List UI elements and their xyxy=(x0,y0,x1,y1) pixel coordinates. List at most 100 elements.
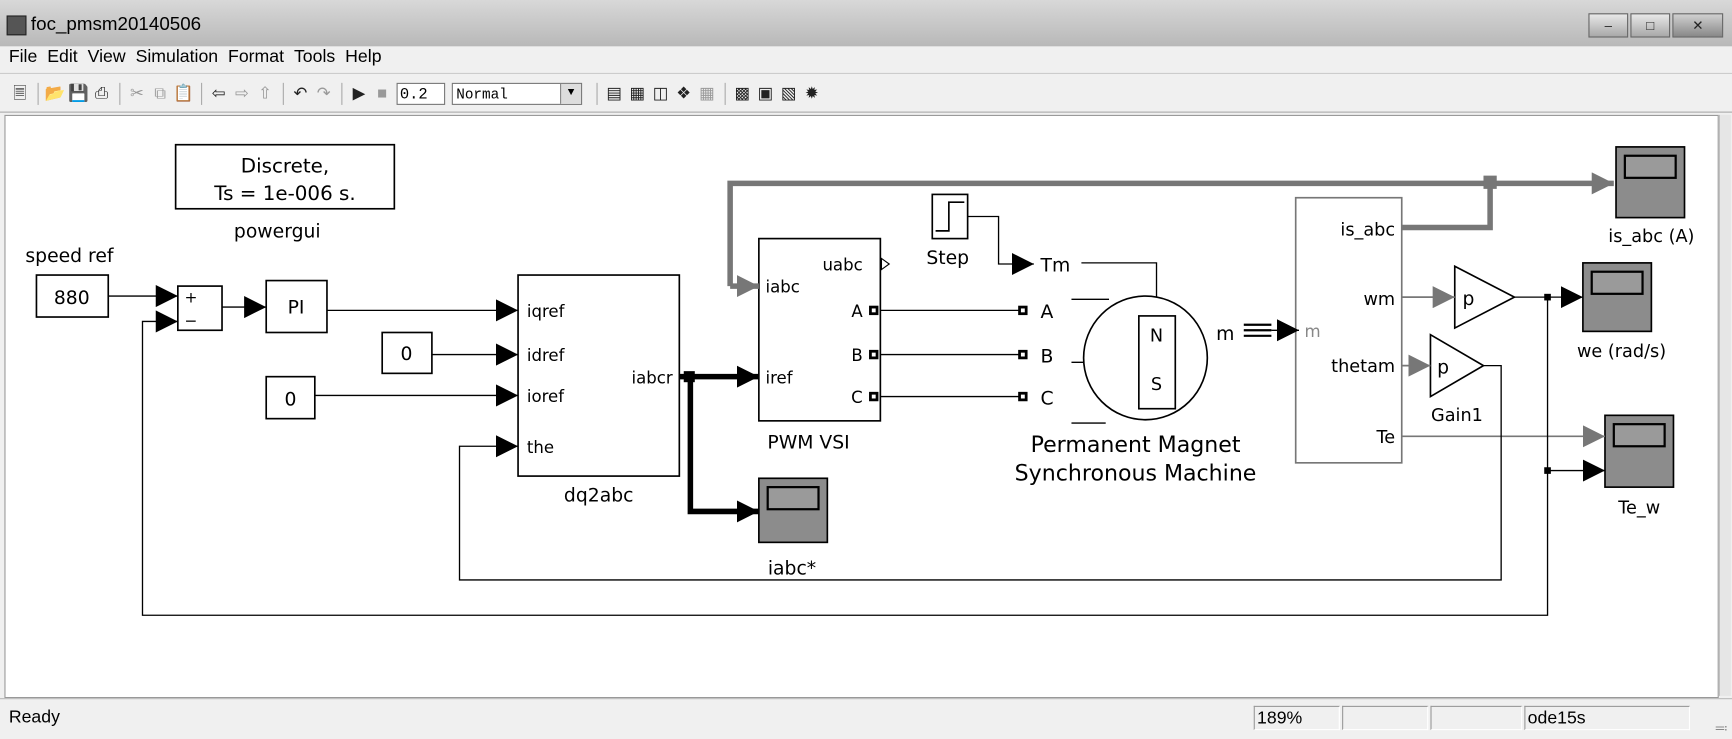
we-scope-block[interactable] xyxy=(1582,262,1653,333)
simulation-mode-select[interactable]: Normal ▼ xyxy=(451,82,583,105)
pi-controller-block[interactable]: PI xyxy=(265,279,328,334)
stop-time-input[interactable]: 0.2 xyxy=(396,82,446,105)
save-icon[interactable]: 💾 xyxy=(67,81,89,105)
vertical-scrollbar[interactable] xyxy=(1718,114,1731,696)
port-a-out: A xyxy=(851,302,863,321)
redo-icon[interactable]: ↷ xyxy=(313,81,335,105)
port-a-in: A xyxy=(1041,302,1054,323)
menu-simulation[interactable]: Simulation xyxy=(127,46,219,73)
minimize-button[interactable]: – xyxy=(1588,13,1629,38)
port-uabc: uabc xyxy=(822,256,862,275)
copy-icon[interactable]: ⧉ xyxy=(149,81,171,105)
signal-iabcr-scope[interactable] xyxy=(687,376,759,523)
model-explorer-icon[interactable]: ▣ xyxy=(754,81,776,105)
zoom-level: 189% xyxy=(1253,705,1340,731)
stop-icon[interactable]: ■ xyxy=(371,81,393,105)
separator xyxy=(119,82,121,105)
port-tm: Tm xyxy=(1040,256,1071,277)
debugger-icon[interactable]: ✹ xyxy=(801,81,823,105)
port-wm: wm xyxy=(1363,290,1395,310)
window-title: foc_pmsm20140506 xyxy=(30,13,202,35)
print-icon[interactable]: ⎙ xyxy=(91,81,113,105)
update-diagram-icon[interactable]: ▤ xyxy=(603,81,625,105)
port-b-out: B xyxy=(851,346,862,365)
pmsm-block[interactable]: Tm A B C N S m xyxy=(1040,256,1235,424)
chevron-down-icon[interactable]: ▼ xyxy=(560,83,582,104)
idref-constant-block[interactable]: 0 xyxy=(381,331,433,375)
signal-step-tm[interactable] xyxy=(967,215,1034,276)
branch-point xyxy=(683,371,695,383)
status-field-2 xyxy=(1342,705,1429,731)
new-icon[interactable]: 🗏 xyxy=(9,81,31,105)
sum-plus-sign: + xyxy=(184,289,197,307)
is-abc-scope-block[interactable] xyxy=(1615,146,1686,219)
build-icon[interactable]: ▦ xyxy=(626,81,648,105)
speed-ref-constant-block[interactable]: 880 xyxy=(35,274,110,318)
model-advisor-icon[interactable]: ❖ xyxy=(673,81,695,105)
status-text: Ready xyxy=(8,708,60,727)
simulation-mode-value: Normal xyxy=(456,85,508,103)
iabc-scope-label: iabc* xyxy=(768,558,816,579)
properties-icon[interactable]: ▧ xyxy=(778,81,800,105)
gain-value: p xyxy=(1462,289,1474,310)
north-pole-label: N xyxy=(1150,326,1163,346)
port-b-in: B xyxy=(1041,346,1054,367)
library-browser-icon[interactable]: ▩ xyxy=(731,81,753,105)
port-iref: iref xyxy=(765,368,793,387)
port-iabcr: iabcr xyxy=(632,368,673,387)
gain1-block[interactable]: p xyxy=(1429,333,1486,398)
ioref-constant-block[interactable]: 0 xyxy=(265,375,316,420)
port-thetam: thetam xyxy=(1331,357,1395,377)
menu-tools[interactable]: Tools xyxy=(285,46,335,73)
menu-view[interactable]: View xyxy=(79,46,126,73)
block-diagram[interactable]: Discrete, Ts = 1e-006 s. powergui speed … xyxy=(6,116,1718,697)
menu-format[interactable]: Format xyxy=(219,46,284,73)
debug-icon[interactable]: ▦ xyxy=(696,81,718,105)
undo-icon[interactable]: ↶ xyxy=(289,81,311,105)
solver-name: ode15s xyxy=(1524,705,1691,731)
menu-file[interactable]: File xyxy=(0,46,37,73)
forward-icon[interactable]: ⇨ xyxy=(231,81,253,105)
speed-ref-label: speed ref xyxy=(25,246,114,267)
speed-ref-value: 880 xyxy=(54,288,90,309)
port-is-abc: is_abc xyxy=(1340,220,1395,240)
maximize-button[interactable]: □ xyxy=(1630,13,1671,38)
dq2abc-block[interactable]: iqref idref ioref the iabcr xyxy=(517,274,681,477)
play-icon[interactable]: ▶ xyxy=(348,81,370,105)
resize-grip-icon[interactable]: ≕ xyxy=(1714,720,1727,735)
measurement-demux-block[interactable]: m is_abc wm thetam Te xyxy=(1294,196,1403,464)
open-icon[interactable]: 📂 xyxy=(44,81,66,105)
separator xyxy=(282,82,284,105)
separator xyxy=(37,82,39,105)
up-icon[interactable]: ⇧ xyxy=(254,81,276,105)
step-block[interactable] xyxy=(931,193,969,240)
toolbar: 🗏 📂 💾 ⎙ ✂ ⧉ 📋 ⇦ ⇨ ⇧ ↶ ↷ ▶ ■ 0.2 Normal ▼… xyxy=(0,75,1732,113)
gain-block[interactable]: p xyxy=(1453,264,1517,330)
back-icon[interactable]: ⇦ xyxy=(208,81,230,105)
powergui-block[interactable]: Discrete, Ts = 1e-006 s. xyxy=(174,143,396,210)
iabc-scope-block[interactable] xyxy=(758,477,829,544)
model-canvas[interactable]: Discrete, Ts = 1e-006 s. powergui speed … xyxy=(4,114,1719,699)
port-m-out: m xyxy=(1216,324,1234,345)
sum-block[interactable]: + − xyxy=(177,285,223,332)
close-button[interactable]: ✕ xyxy=(1672,13,1724,38)
idref-constant-value: 0 xyxy=(401,344,413,365)
port-c-out: C xyxy=(851,388,863,407)
menu-edit[interactable]: Edit xyxy=(38,46,77,73)
paste-icon[interactable]: 📋 xyxy=(172,81,194,105)
port-ioref: ioref xyxy=(527,387,565,406)
sum-minus-sign: − xyxy=(184,312,197,330)
port-iabc: iabc xyxy=(765,278,799,297)
refresh-icon[interactable]: ◫ xyxy=(650,81,672,105)
ioref-constant-value: 0 xyxy=(285,389,297,410)
port-idref: idref xyxy=(527,346,566,365)
port-m-in: m xyxy=(1305,322,1321,341)
cut-icon[interactable]: ✂ xyxy=(126,81,148,105)
power-connections-abc[interactable] xyxy=(880,309,1027,398)
gain1-label: Gain1 xyxy=(1431,406,1483,426)
pmsm-label-line1: Permanent Magnet xyxy=(1031,432,1241,458)
south-pole-label: S xyxy=(1151,375,1162,395)
separator xyxy=(596,82,598,105)
te-w-scope-block[interactable] xyxy=(1604,414,1675,488)
menu-help[interactable]: Help xyxy=(336,46,381,73)
